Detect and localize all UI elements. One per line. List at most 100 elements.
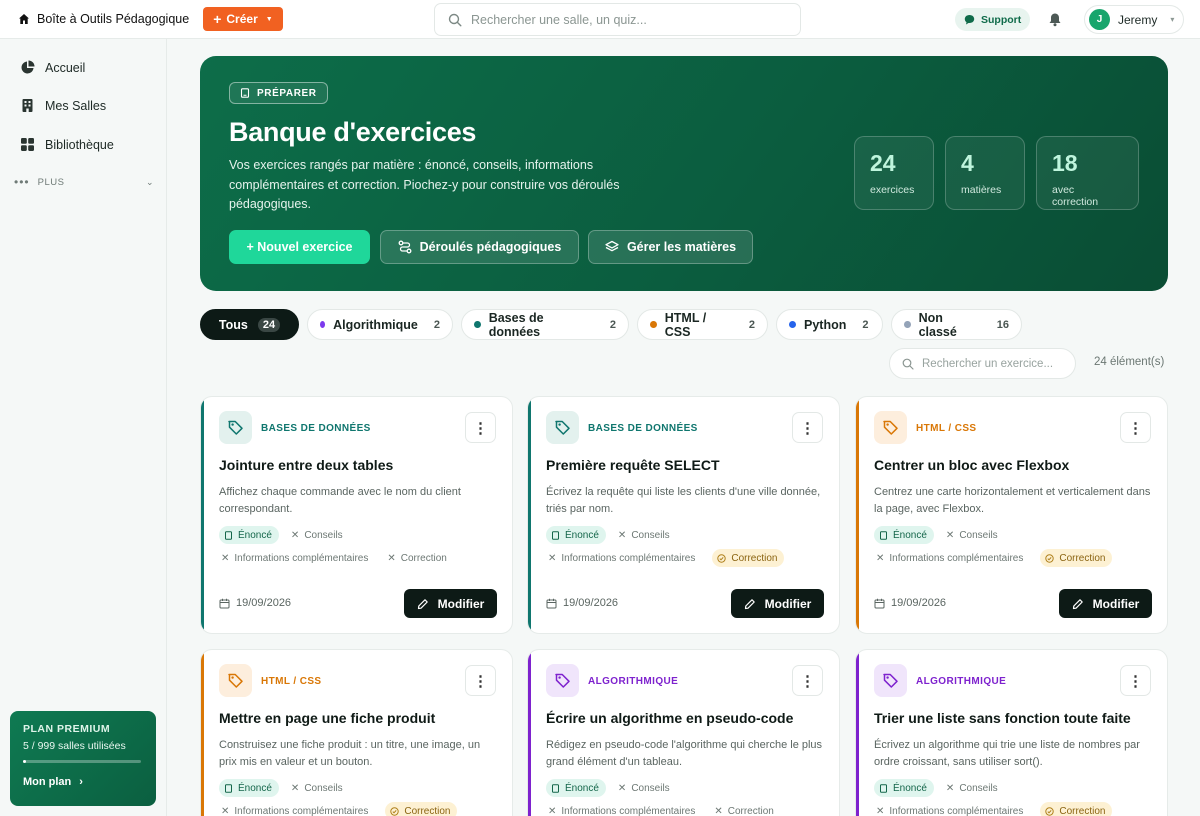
card-date: 19/09/2026 [546,597,618,609]
sidebar-more-toggle[interactable]: ••• PLUS ⌄ [14,175,154,189]
dashboard-icon [21,60,35,74]
card-description: Écrivez la requête qui liste les clients… [546,486,821,515]
filter-algorithmique[interactable]: Algorithmique 2 [307,309,453,340]
more-options-icon[interactable]: ⋮ [1120,412,1151,443]
edit-button[interactable]: Modifier [404,589,497,618]
tag-info: ✕ Informations complémentaires [874,802,1030,816]
tag-correction: ✕ Correction [385,549,454,567]
cross-icon: ✕ [387,552,396,564]
tag-correction: Correction [1040,802,1113,816]
brand[interactable]: Boîte à Outils Pédagogique [18,12,189,26]
manage-subjects-button[interactable]: Gérer les matières [588,230,753,264]
stat-label: avec correction [1052,184,1099,208]
card-tags: Énoncé ✕ Conseils ✕ Informations complémenta… [546,526,831,567]
filter-label: Tous [218,317,248,332]
filter-label: Bases de données [488,310,544,339]
user-name: Jeremy [1118,12,1158,27]
stat-value: 4 [961,150,974,176]
sidebar-item-rooms[interactable]: Mes Salles [20,98,106,113]
filter-label: Algorithmique [333,317,418,332]
edit-label: Modifier [1092,596,1140,611]
pencil-icon [1072,598,1083,609]
calendar-icon [219,598,230,608]
create-button[interactable]: + Créer ▼ [203,7,283,31]
exercise-card[interactable]: ALGORITHMIQUE ⋮ Trier une liste sans fonct… [855,649,1168,816]
premium-plan-card: PLAN PREMIUM 5 / 999 salles utilisées Mo… [10,711,156,806]
card-title: Première requête SELECT [546,457,720,473]
document-icon [880,783,887,793]
exercise-card[interactable]: HTML / CSS ⋮ Centrer un bloc avec Flexbox C… [855,396,1168,634]
more-options-icon[interactable]: ⋮ [792,412,823,443]
tag-statement: Énoncé [546,526,606,544]
card-title: Jointure entre deux tables [219,457,394,473]
brand-name: Boîte à Outils Pédagogique [37,12,190,26]
card-tags: Énoncé ✕ Conseils ✕ Informations complémenta… [219,526,504,567]
sidebar: Accueil Mes Salles Bibliothèque ••• PLUS… [0,39,167,816]
more-options-icon[interactable]: ⋮ [465,412,496,443]
badge-label: PRÉPARER [257,87,317,99]
tag-label: Correction [731,552,778,564]
tag-icon [874,664,907,697]
stat-exercises: 24 exercices [854,136,934,210]
support-label: Support [981,13,1022,26]
tag-statement: Énoncé [546,779,606,797]
filter-non-classe[interactable]: Non classé 16 [891,309,1022,340]
premium-usage: 5 / 999 salles utilisées [23,740,126,752]
support-button[interactable]: Support [955,8,1031,31]
sidebar-item-library[interactable]: Bibliothèque [20,137,114,152]
exercise-card[interactable]: HTML / CSS ⋮ Mettre en page une fiche prod… [200,649,513,816]
card-subject: BASES DE DONNÉES [261,423,371,434]
subject-dot [904,321,911,328]
filter-html-css[interactable]: HTML / CSS 2 [637,309,768,340]
exercise-card[interactable]: BASES DE DONNÉES ⋮ Jointure entre deux tab… [200,396,513,634]
card-description: Affichez chaque commande avec le nom du … [219,486,461,515]
tag-label: Conseils [959,529,998,541]
tag-label: Énoncé [893,782,927,794]
document-icon [552,783,559,793]
exercise-card[interactable]: BASES DE DONNÉES ⋮ Première requête SELECT… [527,396,840,634]
new-exercise-button[interactable]: + Nouvel exercice [229,230,370,264]
exercise-card[interactable]: ALGORITHMIQUE ⋮ Écrire un algorithme en ps… [527,649,840,816]
stat-subjects: 4 matières [945,136,1025,210]
grid-icon [21,138,34,151]
global-search-input[interactable]: Rechercher une salle, un quiz... [434,3,801,36]
more-options-icon[interactable]: ⋮ [465,665,496,696]
date-value: 19/09/2026 [891,597,947,609]
sidebar-item-home[interactable]: Accueil [20,60,85,75]
cross-icon: ✕ [945,529,955,541]
sidebar-item-label: Accueil [45,60,86,75]
exercise-search-input[interactable]: Rechercher un exercice... [889,348,1076,379]
filter-count: 16 [996,318,1009,331]
more-options-icon[interactable]: ⋮ [1120,665,1151,696]
filter-all[interactable]: Tous 24 [200,309,299,340]
user-menu[interactable]: J Jeremy ▾ [1084,5,1184,34]
my-plan-link[interactable]: Mon plan › [23,776,143,788]
subject-accent-bar [528,397,531,633]
filter-bases-de-donnees[interactable]: Bases de données 2 [461,309,629,340]
tag-tips: ✕ Conseils [944,779,1005,797]
tag-icon [219,411,252,444]
notification-bell-icon[interactable] [1048,12,1062,27]
document-icon [225,530,232,540]
tag-label: Énoncé [238,529,272,541]
search-placeholder: Rechercher un exercice... [922,357,1054,370]
edit-button[interactable]: Modifier [731,589,824,618]
edit-button[interactable]: Modifier [1059,589,1152,618]
more-options-icon[interactable]: ⋮ [792,665,823,696]
subject-accent-bar [201,650,204,816]
chat-icon [964,15,975,25]
filter-python[interactable]: Python 2 [776,309,883,340]
tag-label: Correction [404,805,451,816]
page-description: Vos exercices rangés par matière : énonc… [229,158,620,211]
card-tags: Énoncé ✕ Conseils ✕ Informations complémenta… [874,779,1159,816]
cross-icon: ✕ [876,552,885,564]
tag-label: Informations complémentaires [561,805,696,816]
subjects-label: Gérer les matières [626,240,737,254]
card-tags: Énoncé ✕ Conseils ✕ Informations complémenta… [874,526,1159,567]
tag-statement: Énoncé [874,779,934,797]
element-count: 24 élément(s) [1094,356,1165,368]
document-icon [880,530,887,540]
card-title: Centrer un bloc avec Flexbox [874,457,1070,473]
sequences-button[interactable]: Déroulés pédagogiques [380,230,579,264]
tag-label: Conseils [304,529,343,541]
